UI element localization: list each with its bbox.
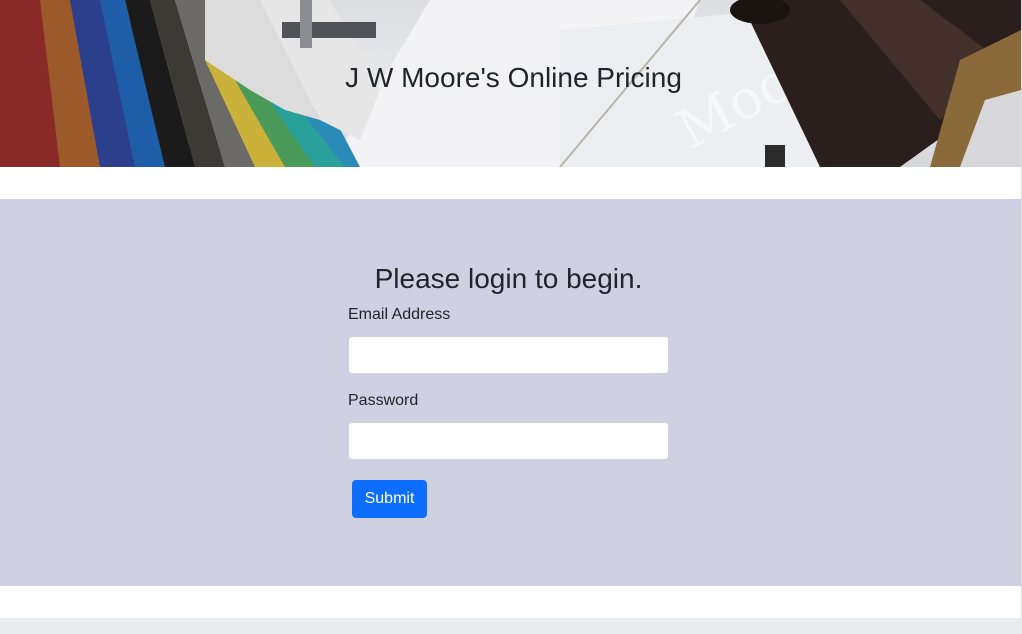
site-title: J W Moore's Online Pricing xyxy=(345,62,682,93)
submit-button[interactable]: Submit xyxy=(352,480,427,518)
email-label: Email Address xyxy=(348,306,451,323)
login-panel: Please login to begin. Email Address Pas… xyxy=(0,199,1021,586)
spacer xyxy=(0,167,1021,199)
password-field[interactable] xyxy=(348,422,669,460)
hero-banner: Moore J W Moore's Online Pricing xyxy=(0,0,1021,167)
footer xyxy=(0,618,1022,634)
spacer xyxy=(0,586,1021,618)
email-field[interactable] xyxy=(348,336,669,374)
password-label: Password xyxy=(348,392,419,409)
login-heading: Please login to begin. xyxy=(374,263,643,294)
